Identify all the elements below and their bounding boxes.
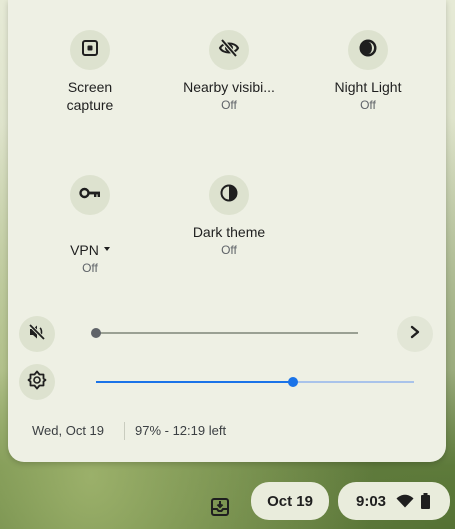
tile-label: Screen capture <box>66 79 114 113</box>
vpn-label: VPN <box>70 242 99 258</box>
shelf-date: Oct 19 <box>267 492 313 510</box>
tile-status: Off <box>82 261 98 275</box>
tile-vpn[interactable]: VPN Off <box>27 175 153 277</box>
dark-theme-button[interactable] <box>209 175 249 215</box>
quick-settings-panel: Screen capture Nearby visibi... Off Nigh… <box>8 0 446 462</box>
screen-capture-button[interactable] <box>70 30 110 70</box>
shelf-time: 9:03 <box>356 492 387 510</box>
tote-button[interactable] <box>201 489 241 527</box>
night-light-button[interactable] <box>348 30 388 70</box>
tile-night-light[interactable]: Night Light Off <box>305 30 431 114</box>
vpn-button[interactable] <box>70 175 110 215</box>
brightness-button[interactable] <box>19 364 55 400</box>
tile-status: Off <box>221 243 237 257</box>
brightness-icon <box>27 370 47 395</box>
tile-label: Dark theme <box>192 224 266 240</box>
chevron-down-icon[interactable] <box>103 247 110 252</box>
volume-slider-track[interactable] <box>96 332 358 334</box>
eye-off-icon <box>218 37 240 64</box>
screen-capture-icon <box>81 39 99 62</box>
nearby-visibility-button[interactable] <box>209 30 249 70</box>
date-label[interactable]: Wed, Oct 19 <box>32 423 104 439</box>
brightness-slider-knob[interactable] <box>288 377 299 387</box>
tile-label: Night Light <box>334 79 402 95</box>
battery-status[interactable]: 97% - 12:19 left <box>135 423 226 439</box>
tile-status: Off <box>221 98 237 112</box>
audio-settings-button[interactable] <box>397 316 433 352</box>
volume-muted-icon <box>27 322 47 347</box>
shelf-date-button[interactable]: Oct 19 <box>251 482 329 520</box>
tile-status: Off <box>360 98 376 112</box>
tile-screen-capture[interactable]: Screen capture <box>27 30 153 114</box>
mute-toggle-button[interactable] <box>19 316 55 352</box>
volume-slider-knob[interactable] <box>91 328 101 338</box>
wifi-icon <box>396 494 414 508</box>
status-area-button[interactable]: 9:03 <box>338 482 450 520</box>
footer-divider <box>124 422 125 440</box>
tote-download-icon <box>210 495 232 521</box>
tile-dark-theme[interactable]: Dark theme Off <box>166 175 292 259</box>
battery-icon <box>421 493 431 509</box>
night-light-icon <box>359 39 377 62</box>
tile-label: VPN <box>27 223 153 259</box>
dark-theme-icon <box>220 184 238 207</box>
brightness-slider-fill <box>96 381 294 383</box>
chevron-right-icon <box>409 325 421 344</box>
tile-nearby-visibility[interactable]: Nearby visibi... Off <box>166 30 292 114</box>
tile-label: Nearby visibi... <box>183 79 275 95</box>
vpn-key-icon <box>79 186 101 205</box>
